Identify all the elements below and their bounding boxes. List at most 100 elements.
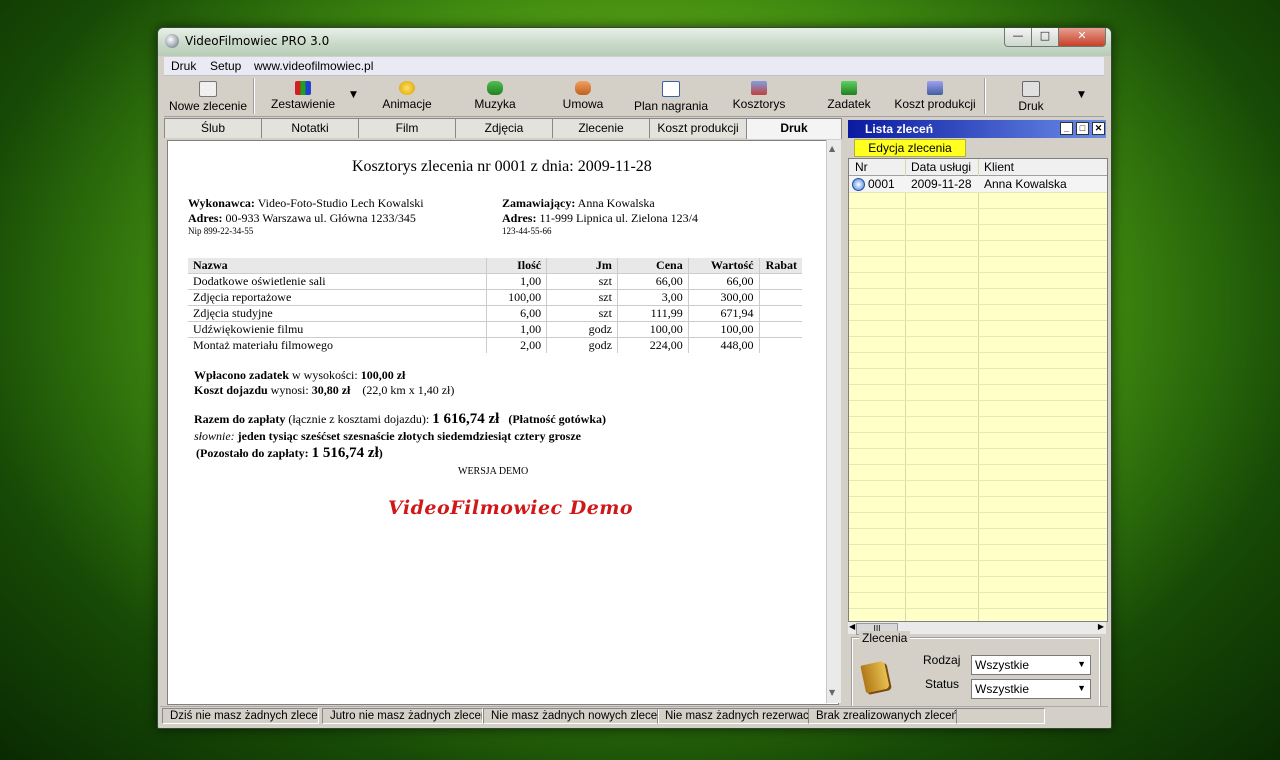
- cell-discount: [758, 337, 802, 353]
- contractor-nip: Nip 899-22-34-55: [188, 226, 254, 236]
- panel-maximize-icon[interactable]: □: [1076, 122, 1089, 135]
- tab-slub[interactable]: Ślub: [164, 118, 262, 138]
- table-row: Montaż materiału filmowego 2,00 godz 224…: [188, 337, 802, 353]
- menu-setup[interactable]: Setup: [210, 59, 241, 73]
- document-heading: Kosztorys zlecenia nr 0001 z dnia: 2009-…: [352, 158, 652, 175]
- recording-plan-button[interactable]: Plan nagrania: [628, 76, 714, 116]
- cell-price: 66,00: [616, 273, 689, 290]
- column-data-uslugi[interactable]: Data usługi: [911, 160, 971, 174]
- grid-line: [849, 576, 1107, 577]
- document-scrollbar[interactable]: ▲ ▼: [826, 140, 841, 703]
- header-rabat: Rabat: [758, 258, 802, 274]
- cell-value: 300,00: [687, 289, 760, 306]
- grid-line: [849, 592, 1107, 593]
- scroll-up-icon[interactable]: ▲: [829, 144, 835, 153]
- cost-estimate-button[interactable]: Kosztorys: [720, 76, 798, 116]
- deposit-button[interactable]: Zadatek: [810, 76, 888, 116]
- print-preview: Kosztorys zlecenia nr 0001 z dnia: 2009-…: [167, 140, 839, 705]
- cost-table-header: Nazwa Ilość Jm Cena Wartość Rabat: [188, 258, 802, 274]
- new-order-button[interactable]: Nowe zlecenie: [166, 76, 250, 116]
- grid-line: [849, 352, 1107, 353]
- tab-druk[interactable]: Druk: [746, 118, 842, 139]
- smiley-icon: [399, 81, 415, 95]
- cell-name: Dodatkowe oświetlenie sali: [188, 273, 487, 290]
- column-nr[interactable]: Nr: [855, 160, 868, 174]
- summary-button[interactable]: Zestawienie: [262, 76, 344, 116]
- status-select[interactable]: Wszystkie ▼: [971, 679, 1091, 699]
- scroll-left-icon[interactable]: ◀: [849, 622, 855, 631]
- column-divider: [905, 159, 906, 621]
- grid-line: [849, 512, 1107, 513]
- deposit-mid: w wysokości:: [289, 368, 361, 382]
- cell-unit: szt: [546, 289, 618, 306]
- travel-detail: (22,0 km x 1,40 zł): [362, 383, 455, 397]
- grid-line: [849, 528, 1107, 529]
- animations-label: Animacje: [382, 97, 432, 111]
- close-button[interactable]: ✕: [1058, 28, 1106, 47]
- title-bar[interactable]: VideoFilmowiec PRO 3.0: [158, 28, 1111, 56]
- chevron-down-icon: ▼: [1077, 683, 1086, 693]
- status-value: Wszystkie: [975, 682, 1029, 696]
- deposit-label: Zadatek: [827, 97, 871, 111]
- new-document-icon: [199, 81, 217, 97]
- column-divider: [978, 159, 979, 621]
- rodzaj-select[interactable]: Wszystkie ▼: [971, 655, 1091, 675]
- cell-qty: 2,00: [485, 337, 547, 353]
- deposit-line: Wpłacono zadatek w wysokości: 100,00 zł: [194, 368, 405, 383]
- cell-unit: szt: [546, 273, 618, 290]
- grid-line: [849, 608, 1107, 609]
- menu-website-link[interactable]: www.videofilmowiec.pl: [254, 59, 373, 73]
- order-book-icon: [860, 660, 890, 694]
- deposit-label: Wpłacono zadatek: [194, 368, 290, 382]
- filters-legend: Zlecenia: [859, 631, 911, 645]
- tab-film[interactable]: Film: [358, 118, 456, 138]
- grid-line: [849, 208, 1107, 209]
- cell-qty: 6,00: [485, 305, 547, 322]
- scroll-down-icon[interactable]: ▼: [829, 688, 835, 697]
- tab-zlecenie[interactable]: Zlecenie: [552, 118, 650, 138]
- cost-table: Nazwa Ilość Jm Cena Wartość Rabat Dodatk…: [188, 258, 802, 353]
- contractor-address-label: Adres:: [188, 211, 223, 225]
- estimate-icon: [751, 81, 767, 95]
- deposit-value: 100,00 zł: [360, 368, 406, 382]
- scroll-right-icon[interactable]: ▶: [1098, 622, 1104, 631]
- print-dropdown-arrow-icon[interactable]: ▼: [1078, 90, 1085, 100]
- table-row: Zdjęcia studyjne 6,00 szt 111,99 671,94: [188, 305, 802, 322]
- music-button[interactable]: Muzyka: [456, 76, 534, 116]
- panel-minimize-icon[interactable]: _: [1060, 122, 1073, 135]
- order-client: Anna Kowalska: [984, 177, 1067, 191]
- maximize-button[interactable]: □: [1031, 28, 1059, 47]
- total-value: 1 616,74 zł: [432, 411, 500, 427]
- cell-value: 448,00: [687, 337, 760, 353]
- cell-qty: 1,00: [485, 321, 547, 338]
- status-bar: Dziś nie masz żadnych zleceń Jutro nie m…: [160, 706, 1108, 724]
- edit-order-button[interactable]: Edycja zlecenia: [854, 139, 966, 157]
- grid-line: [849, 400, 1107, 401]
- status-new-orders: Nie masz żadnych nowych zleceń: [483, 708, 659, 724]
- tab-zdjecia[interactable]: Zdjęcia: [455, 118, 553, 138]
- animations-button[interactable]: Animacje: [368, 76, 446, 116]
- client-address: 11-999 Lipnica ul. Zielona 123/4: [539, 211, 698, 225]
- tab-notatki[interactable]: Notatki: [261, 118, 359, 138]
- header-cena: Cena: [616, 258, 689, 274]
- column-klient[interactable]: Klient: [984, 160, 1014, 174]
- tab-koszt-produkcji[interactable]: Koszt produkcji: [649, 118, 747, 138]
- list-item[interactable]: 0001 2009-11-28 Anna Kowalska: [849, 176, 1107, 192]
- grid-line: [849, 432, 1107, 433]
- payment-method: (Płatność gotówka): [508, 412, 607, 426]
- order-filters-group: Zlecenia Rodzaj Wszystkie ▼ Status Wszys…: [851, 631, 1101, 709]
- print-button[interactable]: Druk: [992, 76, 1070, 116]
- panel-close-icon[interactable]: ✕: [1092, 122, 1105, 135]
- status-label: Status: [925, 677, 960, 691]
- minimize-button[interactable]: —: [1004, 28, 1032, 47]
- cell-name: Zdjęcia studyjne: [188, 305, 487, 322]
- grid-line: [849, 224, 1107, 225]
- summary-dropdown-arrow-icon[interactable]: ▼: [350, 90, 357, 100]
- production-cost-button[interactable]: Koszt produkcji: [888, 76, 982, 116]
- grid-line: [849, 272, 1107, 273]
- menu-druk[interactable]: Druk: [171, 59, 196, 73]
- header-ilosc: Ilość: [485, 258, 547, 274]
- order-list-panel: Lista zleceń _ □ ✕ Edycja zlecenia Nr Da…: [848, 120, 1108, 722]
- tab-bar: Ślub Notatki Film Zdjęcia Zlecenie Koszt…: [164, 118, 842, 139]
- contract-button[interactable]: Umowa: [544, 76, 622, 116]
